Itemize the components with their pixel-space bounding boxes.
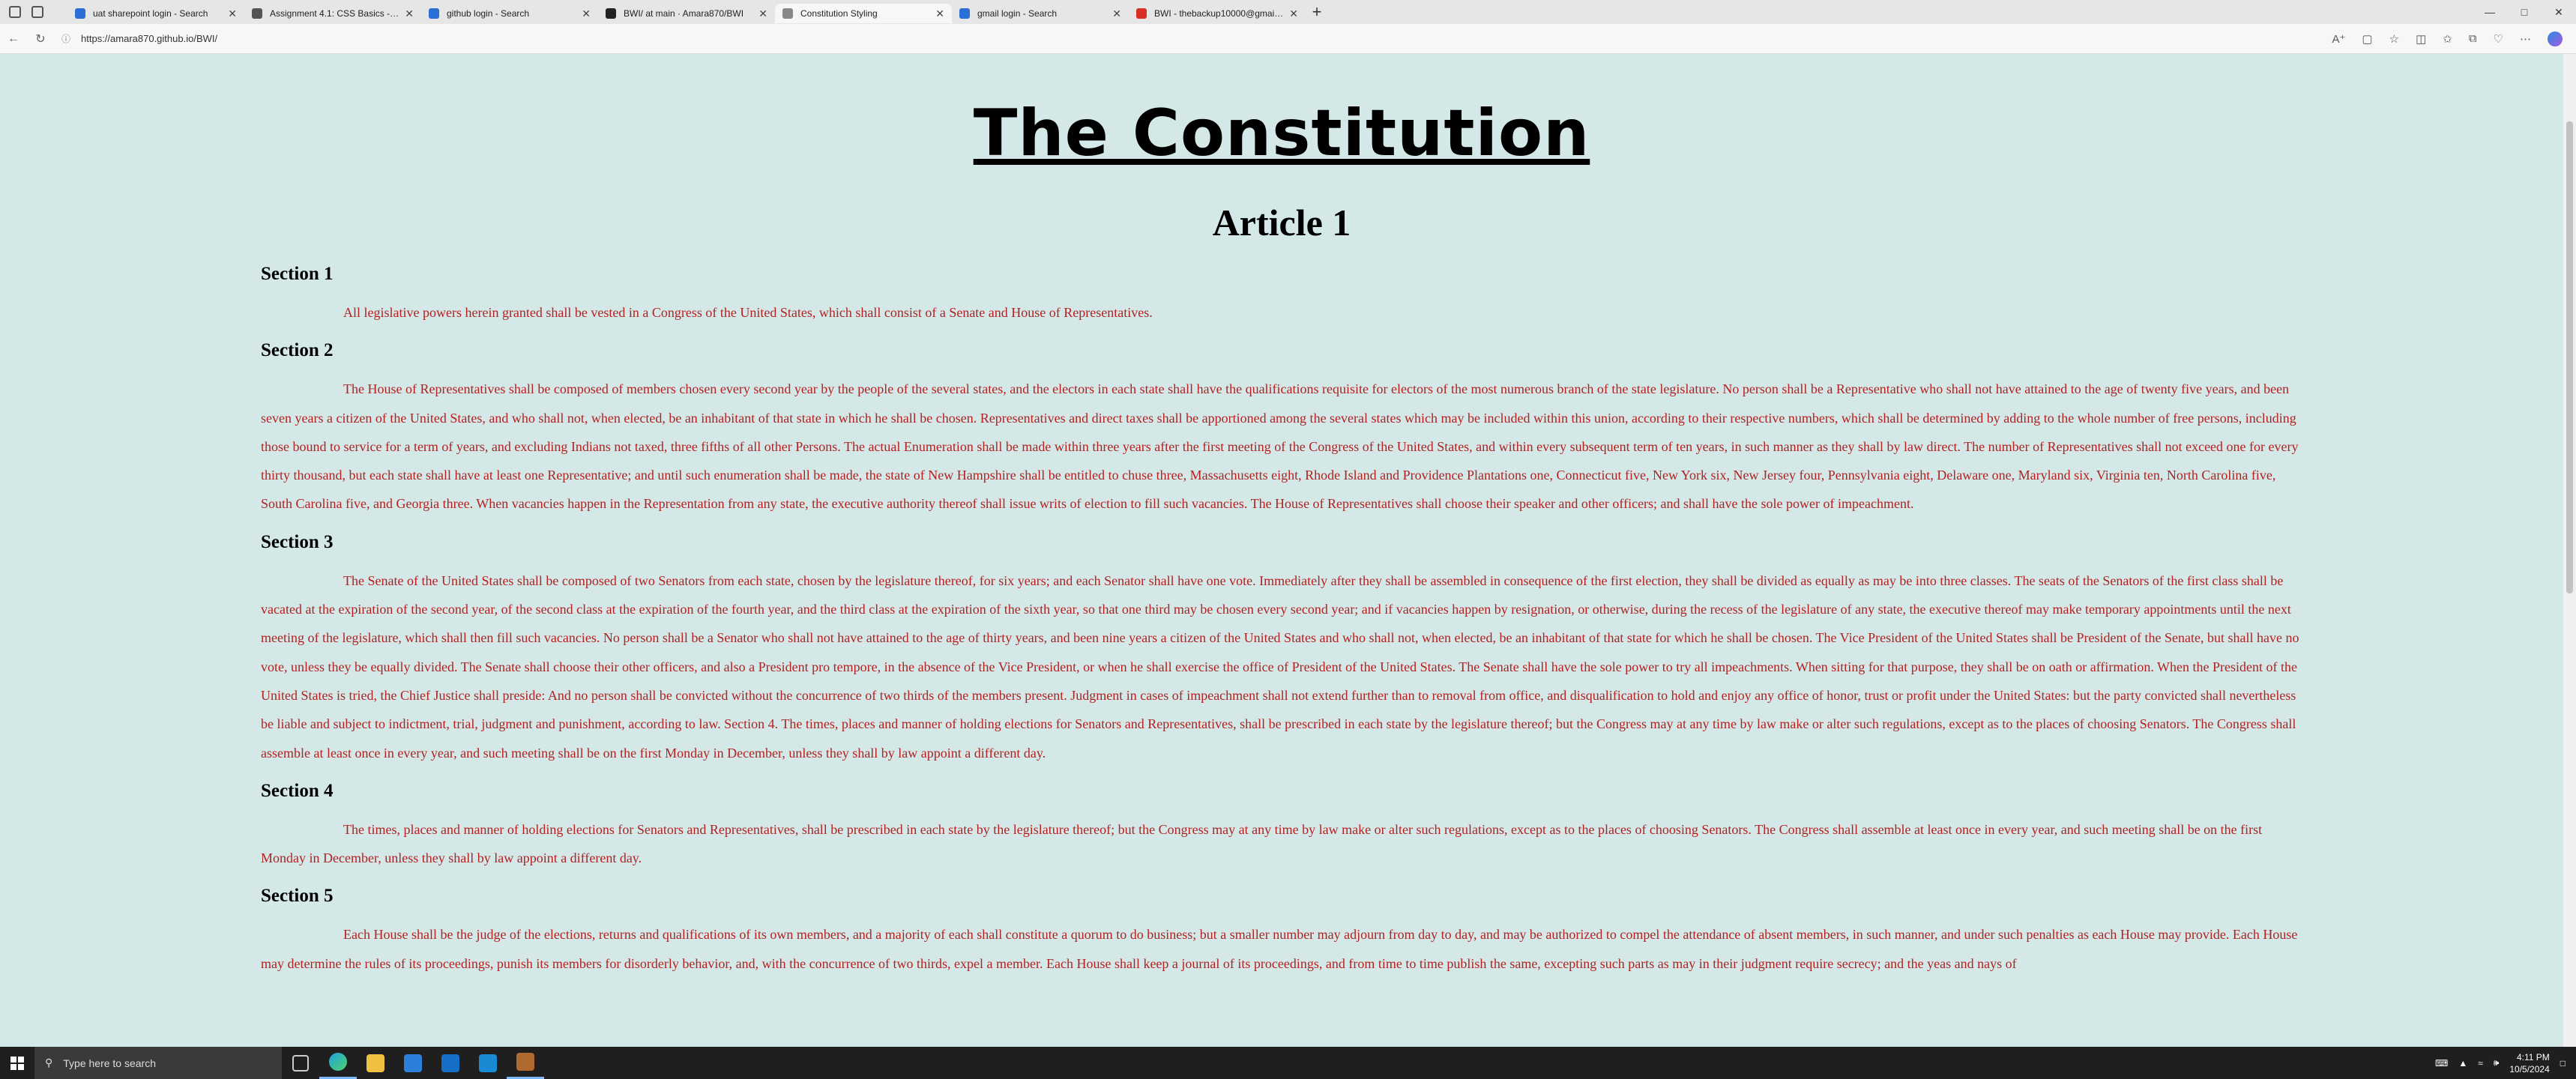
section-heading: Section 5 (261, 886, 334, 907)
section-text: The Senate of the United States shall be… (261, 572, 2299, 761)
read-aloud-icon[interactable]: A⁺ (2332, 32, 2345, 46)
section-text: The House of Representatives shall be co… (261, 381, 2299, 512)
tab-list: uat sharepoint login - Search ✕ Assignment… (67, 1, 1306, 23)
browser-tab[interactable]: BWI/ at main · Amara870/BWI ✕ (598, 4, 775, 23)
tab-title[interactable]: BWI/ at main · Amara870/BWI (624, 8, 754, 19)
outlook-icon[interactable] (432, 1047, 469, 1079)
window-controls: — □ ✕ (2473, 0, 2576, 24)
constitution-section: Section 1 All legislative powers herein g… (261, 264, 2302, 327)
tab-favicon-icon (782, 8, 793, 19)
tab-close-icon[interactable]: ✕ (228, 7, 237, 20)
tab-title[interactable]: gmail login - Search (977, 8, 1108, 19)
tab-favicon-icon (1136, 8, 1147, 19)
browser-essentials-icon[interactable]: ♡ (2494, 32, 2503, 46)
close-window-icon[interactable]: ✕ (2542, 0, 2576, 24)
app-available-icon[interactable]: ▢ (2362, 32, 2372, 46)
address-bar[interactable]: ⓘ https://amara870.github.io/BWI/ (61, 32, 2332, 45)
constitution-section: Section 2 The House of Representatives sh… (261, 340, 2302, 518)
toolbar-right: A⁺ ▢ ☆ ◫ ✩ ⧉ ♡ ⋯ (2332, 31, 2576, 46)
favorites-icon[interactable]: ✩ (2443, 32, 2452, 46)
tab-strip: uat sharepoint login - Search ✕ Assignment… (0, 0, 2576, 24)
taskbar-search[interactable]: ⚲ Type here to search (34, 1047, 282, 1079)
split-screen-icon[interactable]: ◫ (2416, 32, 2426, 46)
browser-tab[interactable]: Constitution Styling ✕ (775, 4, 952, 23)
section-text: The times, places and manner of holding … (261, 821, 2263, 866)
windows-logo-icon (10, 1056, 24, 1070)
section-text: All legislative powers herein granted sh… (343, 305, 1153, 320)
section-heading: Section 1 (261, 264, 334, 284)
browser-tab[interactable]: uat sharepoint login - Search ✕ (67, 4, 244, 23)
address-bar-row: ← ↻ ⓘ https://amara870.github.io/BWI/ A⁺… (0, 24, 2576, 54)
tab-actions-icon[interactable] (31, 6, 43, 18)
tab-close-icon[interactable]: ✕ (1112, 7, 1121, 20)
tab-title[interactable]: Assignment 4.1: CSS Basics - Text (270, 8, 400, 19)
volume-icon[interactable]: 🕪 (2494, 1057, 2500, 1069)
search-placeholder: Type here to search (63, 1057, 157, 1069)
start-button[interactable] (0, 1056, 34, 1070)
vertical-scrollbar[interactable] (2563, 54, 2576, 1047)
browser-tab[interactable]: BWI - thebackup10000@gmail.com ✕ (1129, 4, 1306, 23)
url-text[interactable]: https://amara870.github.io/BWI/ (81, 33, 217, 44)
tab-close-icon[interactable]: ✕ (1289, 7, 1298, 20)
tab-favicon-icon (959, 8, 970, 19)
browser-tab[interactable]: github login - Search ✕ (421, 4, 598, 23)
tab-close-icon[interactable]: ✕ (758, 7, 767, 20)
edge-taskbar-icon[interactable] (319, 1047, 357, 1079)
profile-icon[interactable] (9, 6, 21, 18)
tab-title[interactable]: Constitution Styling (800, 8, 931, 19)
article-heading: Article 1 (1212, 202, 1351, 244)
taskbar: ⚲ Type here to search ⌨ ▲ ≈ 🕪 4:11 PM 10… (0, 1047, 2576, 1079)
favorite-star-icon[interactable]: ☆ (2389, 32, 2399, 46)
section-text: Each House shall be the judge of the ele… (261, 927, 2298, 971)
tab-close-icon[interactable]: ✕ (935, 7, 944, 20)
clock-date: 10/5/2024 (2509, 1063, 2550, 1075)
new-tab-button[interactable]: + (1306, 2, 1328, 22)
tab-strip-controls (0, 0, 67, 24)
sections-container: Section 1 All legislative powers herein g… (0, 264, 2563, 978)
section-heading: Section 3 (261, 531, 334, 552)
tab-close-icon[interactable]: ✕ (405, 7, 414, 20)
task-view-icon[interactable] (282, 1047, 319, 1079)
file-explorer-icon[interactable] (357, 1047, 394, 1079)
clock-time: 4:11 PM (2516, 1051, 2550, 1063)
maximize-icon[interactable]: □ (2507, 0, 2542, 24)
more-menu-icon[interactable]: ⋯ (2520, 32, 2531, 46)
constitution-section: Section 3 The Senate of the United States… (261, 532, 2302, 767)
tab-title[interactable]: github login - Search (447, 8, 577, 19)
tab-title[interactable]: BWI - thebackup10000@gmail.com (1154, 8, 1285, 19)
constitution-section: Section 4 The times, places and manner of… (261, 781, 2302, 873)
page-title: The Constitution (973, 96, 1590, 171)
system-tray: ⌨ ▲ ≈ 🕪 4:11 PM 10/5/2024 □ (2435, 1051, 2576, 1075)
minimize-icon[interactable]: — (2473, 0, 2507, 24)
back-icon[interactable]: ← (0, 32, 27, 46)
tab-favicon-icon (75, 8, 85, 19)
page-content: The Constitution Article 1 Section 1 All … (0, 54, 2563, 1047)
tab-close-icon[interactable]: ✕ (582, 7, 591, 20)
tab-favicon-icon (252, 8, 262, 19)
keyboard-icon[interactable]: ⌨ (2435, 1058, 2448, 1069)
scrollbar-thumb[interactable] (2566, 121, 2573, 593)
tab-favicon-icon (429, 8, 439, 19)
copilot-icon[interactable] (2548, 31, 2563, 46)
browser-tab[interactable]: gmail login - Search ✕ (952, 4, 1129, 23)
constitution-section: Section 5 Each House shall be the judge o… (261, 886, 2302, 978)
vscode-icon[interactable] (469, 1047, 507, 1079)
teams-icon[interactable] (507, 1047, 544, 1079)
search-icon: ⚲ (45, 1057, 53, 1069)
section-heading: Section 2 (261, 340, 334, 361)
tab-title[interactable]: uat sharepoint login - Search (93, 8, 223, 19)
site-info-icon[interactable]: ⓘ (61, 32, 70, 45)
store-icon[interactable] (394, 1047, 432, 1079)
section-heading: Section 4 (261, 780, 334, 801)
collections-icon[interactable]: ⧉ (2469, 32, 2477, 45)
notifications-icon[interactable]: □ (2560, 1058, 2566, 1069)
refresh-icon[interactable]: ↻ (27, 31, 54, 46)
tab-favicon-icon (606, 8, 616, 19)
clock[interactable]: 4:11 PM 10/5/2024 (2509, 1051, 2549, 1075)
browser-tab[interactable]: Assignment 4.1: CSS Basics - Text ✕ (244, 4, 421, 23)
tray-overflow-icon[interactable]: ▲ (2458, 1058, 2467, 1069)
network-icon[interactable]: ≈ (2478, 1058, 2483, 1069)
